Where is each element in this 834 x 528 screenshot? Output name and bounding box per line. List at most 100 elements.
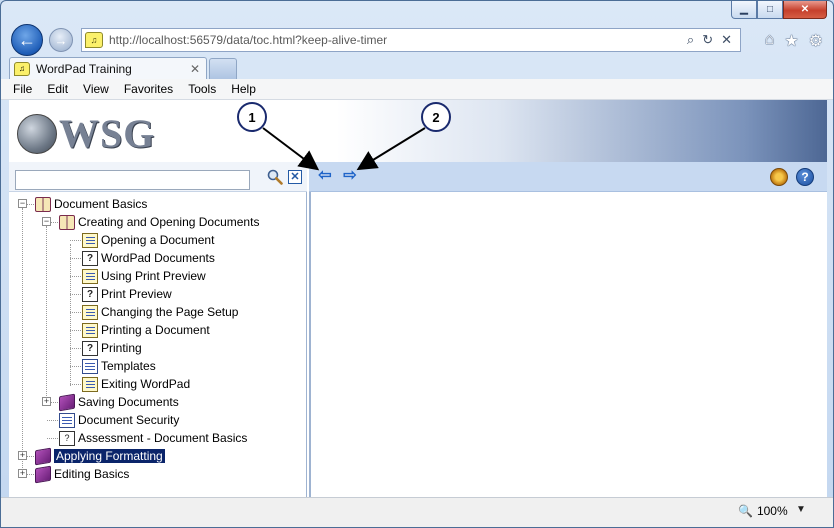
toc-item-label: Using Print Preview xyxy=(101,269,206,283)
toc-item[interactable]: Changing the Page Setup xyxy=(82,304,238,320)
expand-icon[interactable]: + xyxy=(18,469,27,478)
toc-item[interactable]: ? WordPad Documents xyxy=(82,250,215,266)
closed-book-icon xyxy=(35,465,51,483)
menu-favorites[interactable]: Favorites xyxy=(124,82,173,96)
zoom-magnifier-icon: 🔍 xyxy=(738,504,753,518)
toc-item-label: Print Preview xyxy=(101,287,172,301)
home-icon[interactable]: ⌂ xyxy=(765,31,775,51)
minimize-button[interactable]: ▁ xyxy=(731,1,757,19)
expand-icon[interactable]: + xyxy=(18,451,27,460)
search-icon[interactable]: ⌕ xyxy=(687,32,694,48)
toc-item[interactable]: Saving Documents xyxy=(59,393,179,411)
toc-item[interactable]: Opening a Document xyxy=(82,232,214,248)
address-text[interactable]: http://localhost:56579/data/toc.html?kee… xyxy=(109,33,687,47)
tab-title: WordPad Training xyxy=(36,61,132,76)
tab-close-icon[interactable]: ✕ xyxy=(190,62,200,76)
search-icon[interactable] xyxy=(267,169,283,185)
toc-item-label: Exiting WordPad xyxy=(101,377,191,391)
site-favicon-icon: ♫ xyxy=(85,32,103,48)
zoom-value: 100% xyxy=(756,504,788,518)
refresh-icon[interactable]: ↻ xyxy=(702,32,713,48)
menu-view[interactable]: View xyxy=(83,82,109,96)
toc-item-label: WordPad Documents xyxy=(101,251,215,265)
toc-item[interactable]: Templates xyxy=(82,358,156,374)
collapse-icon[interactable]: − xyxy=(42,217,51,226)
toc-item-label: Assessment - Document Basics xyxy=(78,431,248,445)
expand-icon[interactable]: + xyxy=(42,397,51,406)
toc-item-label: Changing the Page Setup xyxy=(101,305,239,319)
banner: WSG xyxy=(9,100,827,162)
closed-book-icon xyxy=(59,393,75,411)
clear-search-icon[interactable]: ✕ xyxy=(288,170,302,184)
callout-2: 2 xyxy=(421,102,451,132)
wsg-logo: WSG xyxy=(17,110,155,157)
maximize-button[interactable]: □ xyxy=(757,1,783,19)
menu-edit[interactable]: Edit xyxy=(47,82,68,96)
toc-item-label: Applying Formatting xyxy=(54,449,165,463)
callout-1: 1 xyxy=(237,102,267,132)
question-page-icon: ? xyxy=(82,250,98,266)
address-bar[interactable]: ♫ http://localhost:56579/data/toc.html?k… xyxy=(81,28,741,52)
window-caption-buttons: ▁ □ ✕ xyxy=(731,1,827,19)
toc-item-label: Printing xyxy=(101,341,142,355)
stop-icon[interactable]: ✕ xyxy=(721,32,732,48)
toc-search-input[interactable] xyxy=(15,170,250,190)
toc-item[interactable]: Document Security xyxy=(59,412,179,428)
favorites-star-icon[interactable]: ★ xyxy=(784,31,798,51)
toc-item[interactable]: Applying Formatting xyxy=(35,447,165,465)
open-book-icon xyxy=(35,196,51,212)
topic-forward-arrow-icon[interactable]: ⇨ xyxy=(341,168,359,184)
simulation-page-icon xyxy=(82,232,98,248)
topic-content-pane xyxy=(309,192,827,497)
toc-item[interactable]: Document Basics xyxy=(35,196,147,212)
toc-item[interactable]: ? Assessment - Document Basics xyxy=(59,430,247,446)
toc-item-label: Creating and Opening Documents xyxy=(78,215,260,229)
tab-wordpad-training[interactable]: ♫ WordPad Training ✕ xyxy=(9,57,207,79)
toc-item[interactable]: Using Print Preview xyxy=(82,268,206,284)
simulation-page-icon xyxy=(82,322,98,338)
topic-back-arrow-icon[interactable]: ⇦ xyxy=(316,168,334,184)
open-book-icon xyxy=(59,214,75,230)
toc-item-label: Document Basics xyxy=(54,197,148,211)
toc-item-label: Opening a Document xyxy=(101,233,215,247)
collapse-icon[interactable]: − xyxy=(18,199,27,208)
question-page-icon: ? xyxy=(82,340,98,356)
browser-toolbar-icons: ⌂ ★ ⚙ xyxy=(765,31,823,51)
tab-strip: ♫ WordPad Training ✕ xyxy=(1,55,833,79)
simulation-page-icon xyxy=(82,376,98,392)
help-icon[interactable]: ? xyxy=(796,168,814,186)
new-tab-button[interactable] xyxy=(209,58,237,79)
toc-item[interactable]: ? Print Preview xyxy=(82,286,172,302)
menu-help[interactable]: Help xyxy=(231,82,256,96)
question-page-icon: ? xyxy=(82,286,98,302)
browser-forward-button[interactable]: → xyxy=(49,28,73,52)
content-toolbar: ⇦ ⇨ ? xyxy=(309,162,827,192)
zoom-level[interactable]: 🔍 100% xyxy=(738,504,788,518)
toc-item[interactable]: ? Printing xyxy=(82,340,142,356)
settings-icon[interactable] xyxy=(770,168,788,186)
toc-item[interactable]: Creating and Opening Documents xyxy=(59,214,259,230)
menu-bar: File Edit View Favorites Tools Help xyxy=(1,79,833,100)
menu-tools[interactable]: Tools xyxy=(188,82,216,96)
toc-item[interactable]: Editing Basics xyxy=(35,465,129,483)
toc-item-label: Templates xyxy=(101,359,156,373)
logo-text: WSG xyxy=(59,111,156,156)
toc-item[interactable]: Exiting WordPad xyxy=(82,376,190,392)
menu-file[interactable]: File xyxy=(13,82,32,96)
address-actions: ⌕ ↻ ✕ xyxy=(687,32,732,48)
tools-gear-icon[interactable]: ⚙ xyxy=(809,31,823,51)
toc-item-label: Saving Documents xyxy=(78,395,179,409)
document-page-icon xyxy=(82,358,98,374)
assessment-icon: ? xyxy=(59,430,75,446)
navigation-bar: ← → ♫ http://localhost:56579/data/toc.ht… xyxy=(1,21,833,57)
simulation-page-icon xyxy=(82,304,98,320)
toc-item[interactable]: Printing a Document xyxy=(82,322,210,338)
closed-book-icon xyxy=(35,447,51,465)
zoom-dropdown-icon[interactable]: ▼ xyxy=(796,504,806,515)
close-window-button[interactable]: ✕ xyxy=(783,1,827,19)
browser-back-button[interactable]: ← xyxy=(11,24,43,56)
status-bar: 🔍 100% ▼ xyxy=(1,497,833,527)
simulation-page-icon xyxy=(82,268,98,284)
toc-search-bar: ✕ xyxy=(9,162,307,192)
tab-favicon-icon: ♫ xyxy=(14,61,30,76)
